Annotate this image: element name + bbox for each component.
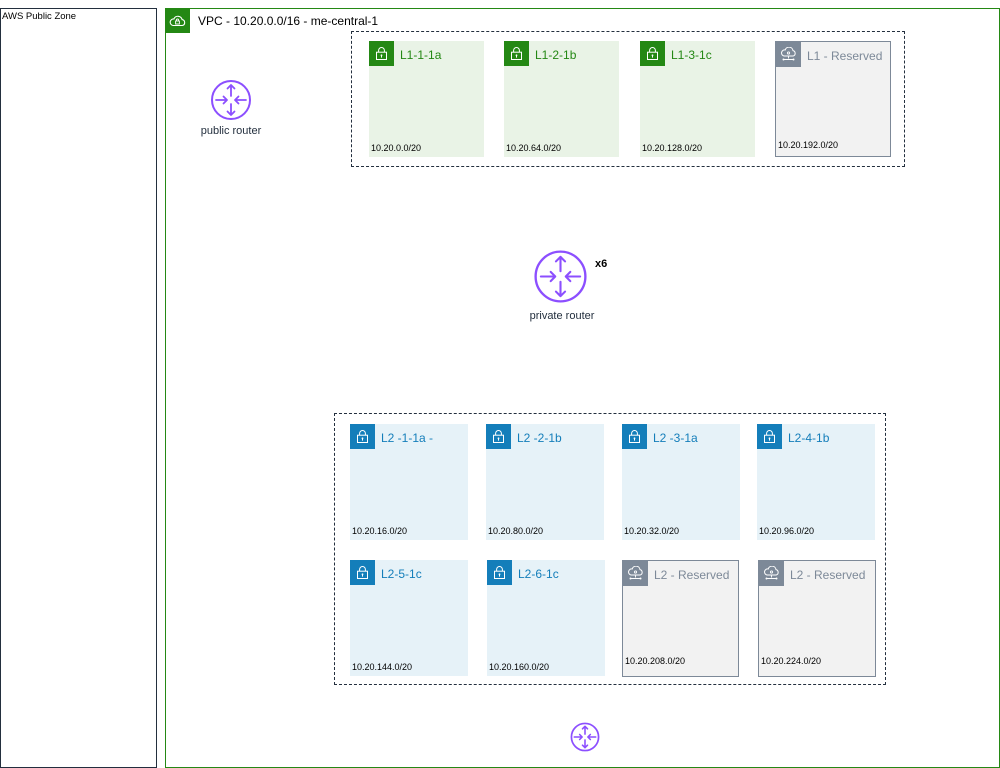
public-router-label: public router (200, 125, 262, 137)
subnet-cidr: 10.20.128.0/20 (642, 143, 703, 153)
subnet-card-reserved: L2 - Reserved 10.20.224.0/20 (758, 560, 876, 677)
lock-icon (487, 560, 512, 585)
subnet-card-reserved: L1 - Reserved 10.20.192.0/20 (775, 41, 891, 157)
subnet-name: L2-4-1b (788, 431, 830, 445)
subnet-cidr: 10.20.80.0/20 (488, 526, 544, 536)
subnet-cidr: 10.20.16.0/20 (352, 526, 408, 536)
cloud-network-icon (623, 561, 648, 586)
subnet-cidr: 10.20.0.0/20 (371, 143, 422, 153)
lock-icon (369, 41, 394, 66)
lock-icon (486, 424, 511, 449)
lock-icon (350, 424, 375, 449)
lock-icon (640, 41, 665, 66)
cloud-network-icon (759, 561, 784, 586)
subnet-card: L1-1-1a 10.20.0.0/20 (369, 41, 484, 157)
subnet-name: L1-2-1b (535, 48, 577, 62)
subnet-cidr: 10.20.96.0/20 (759, 526, 815, 536)
subnet-card: L1-2-1b 10.20.64.0/20 (504, 41, 619, 157)
lock-icon (757, 424, 782, 449)
subnet-cidr: 10.20.160.0/20 (489, 662, 550, 672)
aws-public-zone (0, 8, 157, 768)
lock-icon (350, 560, 375, 585)
subnet-card-reserved: L2 - Reserved 10.20.208.0/20 (622, 560, 739, 677)
vpc-label: VPC - 10.20.0.0/16 - me-central-1 (198, 14, 379, 28)
private-router-label: private router (529, 310, 595, 322)
subnet-card: L2-6-1c 10.20.160.0/20 (487, 560, 605, 676)
subnet-cidr: 10.20.64.0/20 (506, 143, 562, 153)
subnet-name: L2 -3-1a (653, 431, 698, 445)
subnet-name: L1-1-1a (400, 48, 442, 62)
subnet-cidr: 10.20.32.0/20 (624, 526, 680, 536)
subnet-card: L2 -2-1b 10.20.80.0/20 (486, 424, 604, 540)
cloud-lock-icon (165, 8, 190, 33)
lock-icon (622, 424, 647, 449)
router-count-badge: x6 (595, 258, 608, 270)
subnet-card: L2 -3-1a 10.20.32.0/20 (622, 424, 740, 540)
subnet-card: L2-4-1b 10.20.96.0/20 (757, 424, 875, 540)
subnet-card: L1-3-1c 10.20.128.0/20 (640, 41, 755, 157)
subnet-cidr: 10.20.208.0/20 (625, 656, 686, 666)
subnet-name: L2 -2-1b (517, 431, 562, 445)
subnet-name: L2 - Reserved (790, 568, 866, 582)
subnet-name: L2-5-1c (381, 567, 422, 581)
subnet-name: L2 - Reserved (654, 568, 730, 582)
router-icon (534, 250, 587, 303)
router-icon (570, 722, 600, 752)
subnet-card: L2 -1-1a - 10.20.16.0/20 (350, 424, 468, 540)
lock-icon (504, 41, 529, 66)
cloud-network-icon (776, 42, 801, 67)
router-icon (211, 80, 251, 120)
subnet-card: L2-5-1c 10.20.144.0/20 (350, 560, 468, 676)
subnet-cidr: 10.20.192.0/20 (778, 140, 839, 150)
subnet-name: L2 -1-1a - (381, 431, 434, 445)
subnet-name: L2-6-1c (518, 567, 559, 581)
subnet-cidr: 10.20.144.0/20 (352, 662, 413, 672)
subnet-name: L1-3-1c (671, 48, 712, 62)
aws-public-zone-label: AWS Public Zone (2, 11, 77, 22)
subnet-cidr: 10.20.224.0/20 (761, 656, 822, 666)
subnet-name: L1 - Reserved (807, 49, 883, 63)
